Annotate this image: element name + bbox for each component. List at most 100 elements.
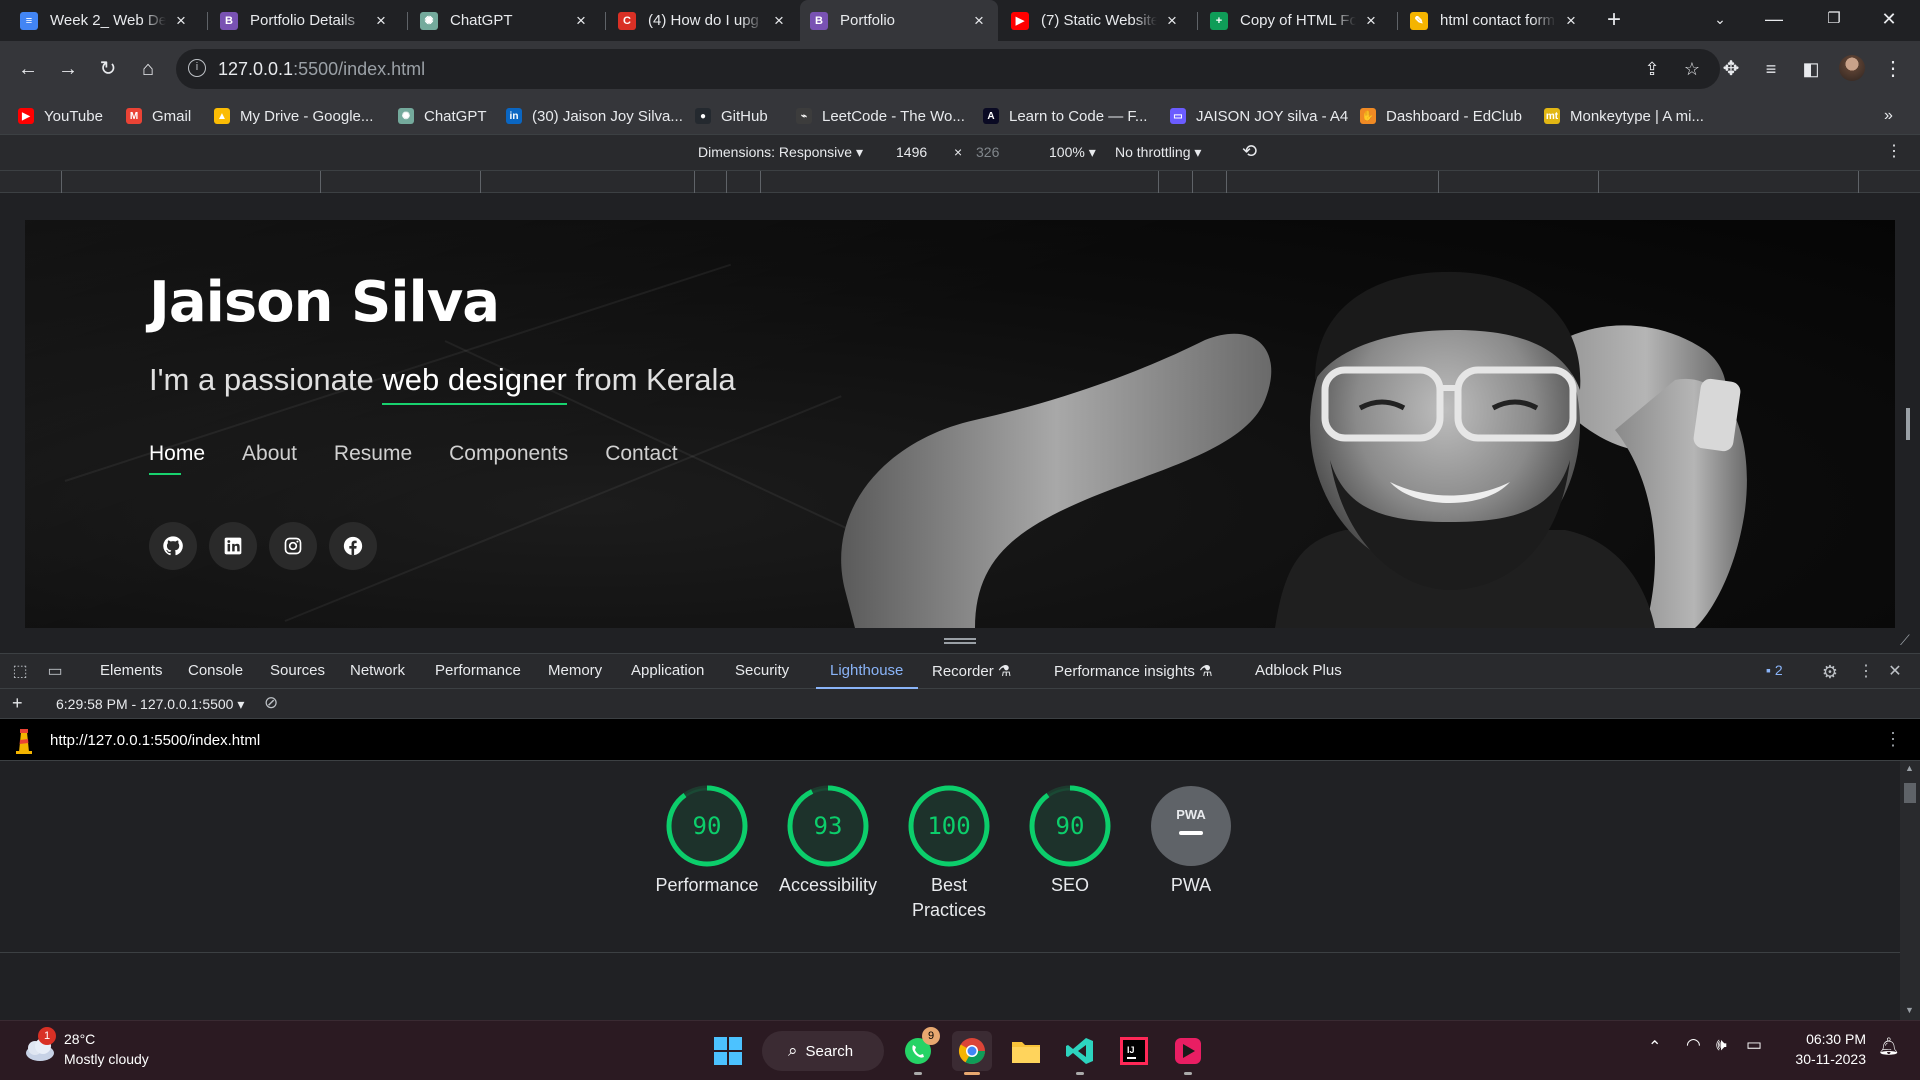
browser-tab[interactable]: ▶ (7) Static Website ×	[1001, 0, 1191, 41]
nav-contact[interactable]: Contact	[605, 442, 677, 466]
profile-avatar[interactable]	[1839, 55, 1867, 83]
github-icon[interactable]	[149, 522, 197, 570]
width-input[interactable]: 1496	[896, 144, 927, 160]
bookmark-item[interactable]: ✋ Dashboard - EdClub	[1360, 106, 1522, 126]
chrome-app[interactable]	[952, 1031, 992, 1075]
volume-icon[interactable]: 🕪	[1716, 1035, 1727, 1055]
score-gauge[interactable]: 100 Best Practices	[894, 785, 1004, 923]
weather-desc[interactable]: Mostly cloudy	[64, 1051, 149, 1067]
minimize-button[interactable]: —	[1751, 0, 1797, 41]
close-tab-icon[interactable]: ×	[1362, 11, 1380, 31]
bookmark-item[interactable]: ● GitHub	[695, 106, 768, 126]
extensions-icon[interactable]: ✥	[1717, 55, 1745, 83]
site-info-icon[interactable]: i	[188, 59, 206, 77]
close-window-button[interactable]: ✕	[1866, 0, 1912, 41]
zoom-dropdown[interactable]: 100% ▾	[1049, 144, 1096, 161]
facebook-icon[interactable]	[329, 522, 377, 570]
tab-adblock-plus[interactable]: Adblock Plus	[1255, 662, 1342, 679]
close-tab-icon[interactable]: ×	[1163, 11, 1181, 31]
bookmark-item[interactable]: ▲ My Drive - Google...	[214, 106, 373, 126]
resize-handle-right[interactable]	[1906, 408, 1910, 440]
media-query-ruler[interactable]	[0, 171, 1920, 193]
tab-sources[interactable]: Sources	[270, 662, 325, 679]
inspect-element-icon[interactable]: ⬚	[10, 662, 30, 682]
browser-tab[interactable]: B Portfolio Details ×	[210, 0, 400, 41]
tab-memory[interactable]: Memory	[548, 662, 602, 679]
restore-button[interactable]: ❐	[1811, 0, 1857, 41]
report-url[interactable]: http://127.0.0.1:5500/index.html	[50, 732, 260, 749]
tab-elements[interactable]: Elements	[100, 662, 163, 679]
nav-resume[interactable]: Resume	[334, 442, 412, 466]
settings-gear-icon[interactable]: ⚙	[1820, 662, 1840, 682]
resize-corner-icon[interactable]: ⟋	[1900, 632, 1910, 649]
dimensions-dropdown[interactable]: Dimensions: Responsive ▾	[698, 144, 863, 161]
file-explorer-app[interactable]	[1006, 1031, 1046, 1071]
side-panel-icon[interactable]: ◧	[1797, 55, 1825, 83]
address-bar[interactable]: i 127.0.0.1:5500/index.html ⇪ ☆	[176, 49, 1720, 89]
score-gauge[interactable]: 90 SEO	[1015, 785, 1125, 898]
whatsapp-app[interactable]: 9	[898, 1027, 940, 1075]
tab-search-icon[interactable]: ⌄	[1697, 0, 1743, 41]
forward-button[interactable]: →	[54, 55, 82, 83]
bookmark-star-icon[interactable]: ☆	[1678, 55, 1706, 83]
bookmark-item[interactable]: in (30) Jaison Joy Silva...	[506, 106, 683, 126]
tab-network[interactable]: Network	[350, 662, 405, 679]
tab-performance-insights[interactable]: Performance insights ⚗	[1054, 662, 1213, 680]
tab-console[interactable]: Console	[188, 662, 243, 679]
home-button[interactable]: ⌂	[134, 55, 162, 83]
back-button[interactable]: ←	[14, 55, 42, 83]
browser-tab[interactable]: ≡ Week 2_ Web De ×	[10, 0, 200, 41]
new-tab-button[interactable]: +	[1600, 7, 1628, 35]
browser-menu-icon[interactable]: ⋮	[1879, 55, 1907, 83]
tab-application[interactable]: Application	[631, 662, 704, 679]
clear-reports-icon[interactable]: ⊘	[264, 693, 278, 713]
media-queue-icon[interactable]: ≡	[1757, 55, 1785, 83]
score-gauge-pwa[interactable]: PWA PWA	[1136, 785, 1246, 898]
bookmark-item[interactable]: ⌁ LeetCode - The Wo...	[796, 106, 965, 126]
tab-security[interactable]: Security	[735, 662, 789, 679]
tab-performance[interactable]: Performance	[435, 662, 521, 679]
browser-tab[interactable]: B Portfolio ×	[800, 0, 998, 41]
browser-tab[interactable]: ✺ ChatGPT ×	[410, 0, 600, 41]
instagram-icon[interactable]	[269, 522, 317, 570]
notification-bell-icon[interactable]: 🔔︎	[1878, 1037, 1900, 1057]
clock-date[interactable]: 30-11-2023	[1780, 1051, 1866, 1067]
report-selector[interactable]: 6:29:58 PM - 127.0.0.1:5500 ▾	[56, 696, 244, 713]
new-report-icon[interactable]: +	[12, 693, 23, 714]
browser-tab[interactable]: C (4) How do I upg ×	[608, 0, 798, 41]
bookmark-item[interactable]: M Gmail	[126, 106, 191, 126]
close-tab-icon[interactable]: ×	[770, 11, 788, 31]
linkedin-icon[interactable]	[209, 522, 257, 570]
throttling-dropdown[interactable]: No throttling ▾	[1115, 144, 1201, 161]
battery-icon[interactable]: ▭	[1746, 1035, 1762, 1055]
screen-recorder-app[interactable]	[1168, 1031, 1208, 1075]
close-tab-icon[interactable]: ×	[572, 11, 590, 31]
tab-recorder[interactable]: Recorder ⚗	[932, 662, 1011, 680]
device-toolbar-menu-icon[interactable]: ⋮	[1886, 141, 1902, 161]
browser-tab[interactable]: + Copy of HTML Fo ×	[1200, 0, 1390, 41]
bookmark-item[interactable]: ✺ ChatGPT	[398, 106, 487, 126]
bookmark-item[interactable]: ▭ JAISON JOY silva - A4	[1170, 106, 1348, 126]
bookmark-item[interactable]: ▶ YouTube	[18, 106, 103, 126]
clock-time[interactable]: 06:30 PM	[1790, 1031, 1866, 1047]
close-tab-icon[interactable]: ×	[172, 11, 190, 31]
tab-lighthouse[interactable]: Lighthouse	[830, 662, 903, 679]
weather-temp[interactable]: 28°C	[64, 1031, 95, 1047]
issues-counter[interactable]: ▪ 2	[1766, 662, 1783, 678]
bookmark-item[interactable]: A Learn to Code — F...	[983, 106, 1147, 126]
bookmark-item[interactable]: mt Monkeytype | A mi...	[1544, 106, 1704, 126]
devtools-menu-icon[interactable]: ⋮	[1856, 662, 1876, 682]
rotate-icon[interactable]: ⟲	[1242, 141, 1257, 162]
nav-about[interactable]: About	[242, 442, 297, 466]
height-input[interactable]: 326	[976, 144, 999, 160]
nav-components[interactable]: Components	[449, 442, 568, 466]
more-bookmarks-icon[interactable]: »	[1884, 106, 1893, 126]
vscode-app[interactable]	[1060, 1031, 1100, 1075]
close-tab-icon[interactable]: ×	[372, 11, 390, 31]
report-scrollbar[interactable]: ▲ ▼	[1900, 761, 1920, 1020]
start-button[interactable]	[708, 1031, 748, 1071]
nav-home[interactable]: Home	[149, 442, 205, 475]
wifi-icon[interactable]: ◠	[1686, 1035, 1701, 1055]
address-url[interactable]: 127.0.0.1:5500/index.html	[218, 59, 425, 80]
show-hidden-icons[interactable]: ⌃	[1648, 1037, 1661, 1057]
